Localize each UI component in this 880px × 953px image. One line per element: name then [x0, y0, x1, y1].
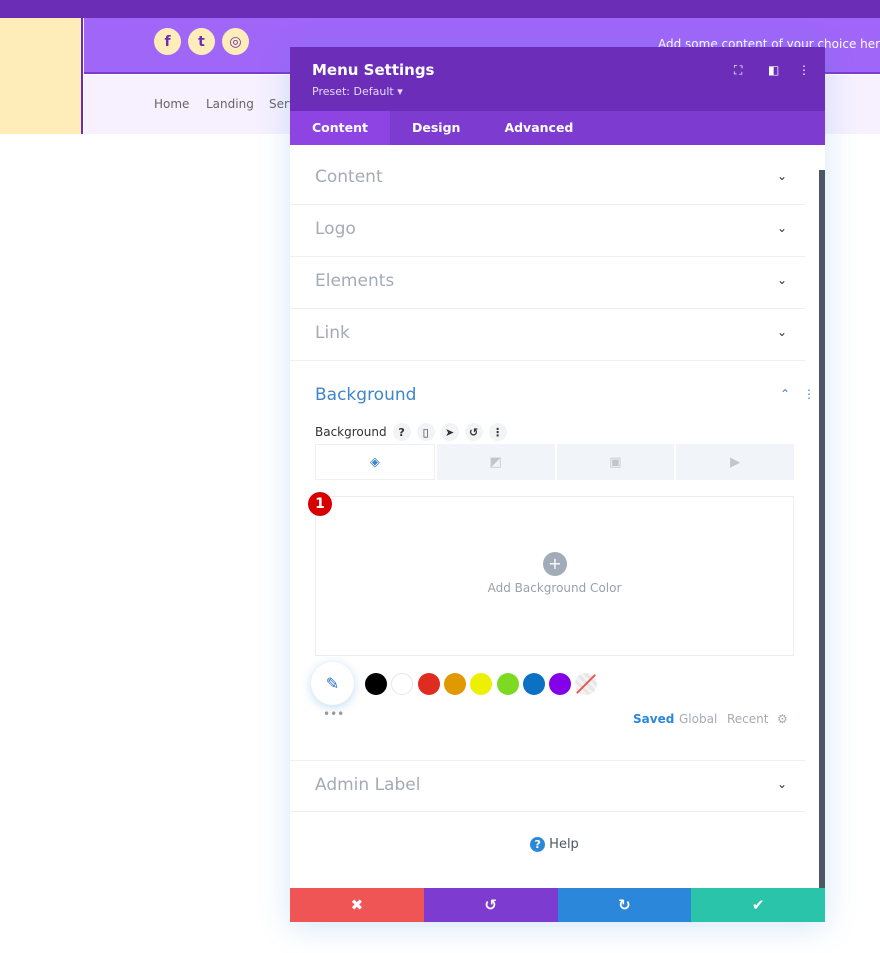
nav-landing[interactable]: Landing	[206, 97, 254, 111]
section-label: Logo	[315, 219, 356, 239]
hover-cursor-icon[interactable]: ➤	[440, 423, 459, 441]
redo-icon: ↻	[618, 896, 631, 914]
color-swatch[interactable]	[443, 673, 466, 695]
background-field-label: Background ? ▯ ➤ ↺ ⋮	[315, 423, 507, 441]
help-link[interactable]: ? Help	[290, 837, 819, 852]
section-background-title[interactable]: Background	[315, 385, 416, 405]
more-colors-icon[interactable]: •••	[323, 707, 344, 721]
image-tab-icon[interactable]: ▣	[556, 444, 675, 480]
section-elements[interactable]: Elements ⌄	[290, 257, 805, 309]
transparent-swatch[interactable]	[575, 673, 597, 695]
undo-icon: ↺	[484, 896, 497, 914]
palette-tab-saved[interactable]: Saved	[633, 712, 674, 726]
cancel-button[interactable]: ✖	[290, 888, 424, 922]
color-swatch[interactable]	[470, 673, 493, 695]
modal-header: Menu Settings Preset: Default ▾ ⛶ ◧ ⋮	[290, 47, 825, 111]
nav-home[interactable]: Home	[154, 97, 189, 111]
gradient-tab-icon[interactable]: ◩	[436, 444, 555, 480]
section-more-icon[interactable]: ⋮	[803, 387, 815, 401]
more-options-icon[interactable]: ⋮	[798, 63, 810, 77]
modal-footer: ✖ ↺ ↻ ✔	[290, 888, 825, 922]
background-type-tabs: ◈ ◩ ▣ ▶	[315, 444, 794, 480]
help-circle-icon: ?	[530, 837, 546, 852]
plus-icon[interactable]: +	[543, 552, 567, 576]
tab-content[interactable]: Content	[290, 111, 390, 145]
label-text: Background	[315, 425, 387, 439]
section-logo[interactable]: Logo ⌄	[290, 205, 805, 257]
palette-tab-recent[interactable]: Recent	[727, 712, 768, 726]
modal-title: Menu Settings	[312, 61, 435, 79]
chevron-up-icon[interactable]: ⌃	[780, 387, 790, 401]
save-button[interactable]: ✔	[691, 888, 825, 922]
help-icon[interactable]: ?	[392, 423, 411, 441]
chevron-down-icon: ⌄	[776, 221, 787, 235]
menu-settings-modal: Menu Settings Preset: Default ▾ ⛶ ◧ ⋮ Co…	[290, 47, 825, 922]
color-swatch[interactable]	[496, 673, 519, 695]
step-badge: 1	[308, 492, 332, 516]
color-swatch[interactable]	[365, 673, 387, 695]
color-tab-paint-bucket-icon[interactable]: ◈	[315, 444, 435, 480]
preset-dropdown[interactable]: Preset: Default ▾	[312, 85, 403, 98]
palette-settings-gear-icon[interactable]: ⚙	[777, 712, 788, 726]
palette-tab-global[interactable]: Global	[679, 712, 717, 726]
section-label: Elements	[315, 271, 395, 291]
undo-button[interactable]: ↺	[423, 888, 558, 922]
section-label: Content	[315, 167, 383, 187]
check-icon: ✔	[751, 896, 765, 914]
modal-tabs: Content Design Advanced	[290, 111, 825, 145]
fullscreen-icon[interactable]: ⛶	[734, 63, 742, 78]
scrollbar[interactable]	[819, 170, 825, 888]
close-icon: ✖	[350, 896, 364, 914]
responsive-icon[interactable]: ▯	[416, 423, 435, 441]
help-label: Help	[549, 837, 579, 852]
twitter-icon[interactable]: t	[188, 28, 215, 55]
color-swatch[interactable]	[391, 673, 414, 695]
section-admin-label[interactable]: Admin Label ⌄	[290, 760, 805, 812]
redo-button[interactable]: ↻	[557, 888, 692, 922]
chevron-down-icon: ⌄	[776, 777, 787, 791]
section-label: Link	[315, 323, 350, 343]
section-link[interactable]: Link ⌄	[290, 309, 805, 361]
more-icon[interactable]: ⋮	[488, 423, 507, 441]
add-background-color-area[interactable]: + Add Background Color	[315, 496, 794, 656]
tab-design[interactable]: Design	[390, 111, 482, 145]
chevron-down-icon: ⌄	[776, 273, 787, 287]
facebook-icon[interactable]: f	[154, 28, 181, 55]
split-view-icon[interactable]: ◧	[768, 63, 779, 77]
reset-icon[interactable]: ↺	[464, 423, 483, 441]
chevron-down-icon: ⌄	[776, 325, 787, 339]
top-bar	[0, 0, 880, 18]
color-swatch[interactable]	[549, 673, 572, 695]
color-swatch[interactable]	[417, 673, 440, 695]
instagram-icon[interactable]: ◎	[222, 28, 249, 55]
section-content[interactable]: Content ⌄	[290, 153, 805, 205]
color-swatch[interactable]	[522, 673, 545, 695]
video-tab-icon[interactable]: ▶	[676, 444, 794, 480]
logo-area	[0, 18, 83, 134]
tab-advanced[interactable]: Advanced	[482, 111, 595, 145]
section-label: Admin Label	[315, 775, 421, 795]
add-background-color-label: Add Background Color	[487, 581, 622, 595]
chevron-down-icon: ⌄	[776, 169, 787, 183]
eyedropper-icon[interactable]: ✎	[311, 662, 354, 705]
